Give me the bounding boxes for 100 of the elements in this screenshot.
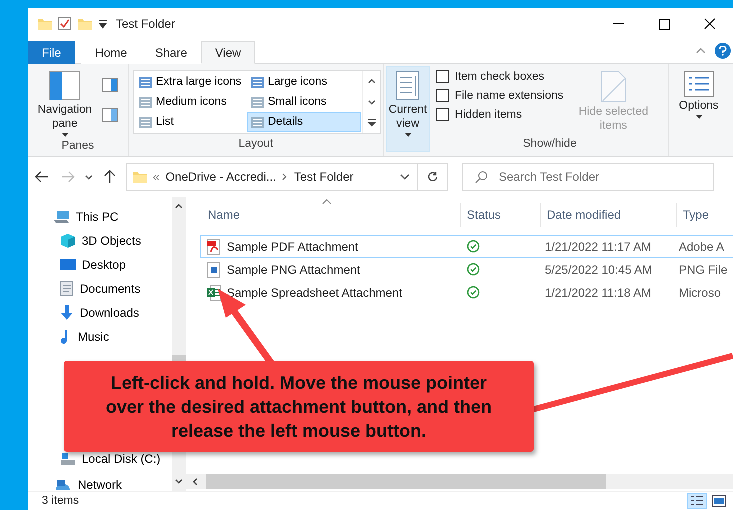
download-icon	[60, 305, 74, 321]
checkbox-option[interactable]: File name extensions	[436, 89, 564, 102]
refresh-button[interactable]	[418, 163, 448, 191]
scrollbar-thumb[interactable]	[206, 474, 606, 489]
view-icon	[139, 96, 152, 108]
minimize-icon	[612, 23, 624, 25]
layout-option[interactable]: Small icons	[247, 92, 361, 112]
view-icon	[139, 116, 152, 128]
spreadsheet-file-icon	[207, 284, 221, 300]
forward-arrow-icon	[61, 171, 75, 183]
file-name: Sample PNG Attachment	[227, 262, 360, 276]
refresh-icon	[426, 171, 438, 183]
ribbon-tab[interactable]: View	[201, 41, 256, 64]
group-label: Layout	[238, 138, 274, 152]
properties-icon[interactable]	[58, 17, 72, 31]
sidebar-item[interactable]: Documents	[28, 277, 172, 301]
layout-option[interactable]: Extra large icons	[135, 72, 247, 92]
checkbox-option[interactable]: Hidden items	[436, 108, 564, 121]
folder-icon	[133, 171, 147, 183]
breadcrumb[interactable]: OneDrive - Accredi...	[166, 170, 276, 184]
file-menu-tab[interactable]: File	[28, 41, 76, 64]
horizontal-scrollbar[interactable]	[186, 474, 733, 489]
column-header[interactable]: Date modified	[540, 203, 676, 227]
breadcrumb[interactable]: Test Folder	[294, 170, 354, 184]
table-cell-text: PNG File	[678, 262, 729, 276]
overflow-button[interactable]: «	[153, 170, 160, 184]
help-button[interactable]	[715, 43, 731, 59]
view-icon	[251, 96, 264, 108]
large-icons-view-button[interactable]	[709, 493, 729, 509]
computer-icon	[54, 210, 70, 224]
current-view-icon	[396, 71, 420, 101]
group-label: Panes	[62, 140, 94, 154]
table-cell-text: 5/25/2022 10:45 AM	[544, 262, 654, 276]
window-title: Test Folder	[116, 17, 176, 31]
layout-option[interactable]: Large icons	[247, 72, 361, 92]
expand-icon	[366, 118, 376, 127]
file-row[interactable]: Sample PNG Attachment 5/25/2022 10:45 AM PNG File	[200, 258, 733, 281]
view-icon	[251, 116, 264, 128]
checkbox[interactable]	[436, 89, 449, 102]
pdf-file-icon	[207, 238, 221, 254]
file-row[interactable]: Sample PDF Attachment 1/21/2022 11:17 AM Adobe A	[200, 235, 733, 258]
view-icon	[139, 76, 152, 88]
current-view-button[interactable]: Current view	[386, 66, 430, 152]
navigation-pane-icon	[49, 71, 81, 101]
column-header[interactable]: Status	[460, 203, 540, 227]
maximize-icon	[658, 18, 670, 30]
details-pane-icon[interactable]	[102, 108, 118, 122]
hide-page-icon	[600, 71, 627, 103]
callout-text: Left-click and hold. Move the mouse pointer over the desired attachment button, and then release the left mouse button.	[104, 372, 494, 442]
details-view-button[interactable]	[687, 493, 707, 509]
view-icon	[251, 76, 264, 88]
table-cell-text: 1/21/2022 11:17 AM	[544, 240, 653, 254]
sort-caret-icon	[322, 199, 332, 205]
sidebar-item[interactable]: Downloads	[28, 301, 172, 325]
network-icon	[54, 478, 72, 492]
caret-icon	[696, 115, 702, 119]
drive-icon	[60, 452, 76, 466]
folder-icon	[38, 18, 52, 30]
caret-icon	[62, 133, 68, 137]
item-count: 3 items	[42, 495, 80, 507]
column-header[interactable]: Type	[676, 203, 733, 227]
layout-option[interactable]: Medium icons	[135, 92, 247, 112]
document-icon	[60, 281, 74, 297]
caret-icon	[404, 133, 412, 137]
table-cell-text: 1/21/2022 11:18 AM	[544, 286, 653, 300]
search-icon	[475, 171, 488, 184]
image-file-icon	[207, 262, 221, 278]
options-button[interactable]: Options	[673, 66, 725, 122]
sidebar-item[interactable]: Desktop	[28, 253, 172, 277]
sidebar-item[interactable]: This PC	[28, 205, 172, 229]
dropdown-icon[interactable]	[98, 19, 108, 29]
desktop-icon	[60, 258, 76, 272]
options-icon	[684, 71, 714, 97]
layout-option[interactable]: Details	[247, 112, 361, 132]
close-icon	[704, 18, 716, 30]
table-cell-text: Microso	[678, 286, 722, 300]
preview-pane-icon[interactable]	[102, 78, 118, 92]
search-field[interactable]: Search Test Folder	[462, 163, 714, 191]
table-cell-text: Adobe A	[678, 240, 726, 254]
navigation-pane-button[interactable]: Navigation pane	[32, 66, 98, 140]
file-name: Sample Spreadsheet Attachment	[227, 286, 402, 300]
new-folder-icon	[78, 18, 92, 30]
details-view-icon	[690, 495, 704, 507]
chevron-right-icon	[282, 173, 288, 181]
sidebar-item[interactable]: 3D Objects	[28, 229, 172, 253]
cube-icon	[60, 233, 76, 249]
sidebar-item[interactable]: Network	[28, 473, 172, 497]
checkbox-option[interactable]: Item check boxes	[436, 70, 564, 83]
question-mark-icon	[719, 46, 727, 56]
sidebar-item[interactable]: Local Disk (C:)	[28, 447, 172, 471]
checkbox[interactable]	[436, 70, 449, 83]
sidebar-item[interactable]: Music	[28, 325, 172, 349]
back-arrow-icon	[35, 171, 49, 183]
checkbox[interactable]	[436, 108, 449, 121]
layout-option[interactable]: List	[135, 112, 247, 132]
column-header[interactable]: Name	[202, 203, 460, 227]
large-icons-view-icon	[712, 495, 726, 507]
file-name: Sample PDF Attachment	[227, 240, 358, 254]
address-bar[interactable]: « OneDrive - Accredi... Test Folder	[126, 163, 418, 191]
group-label: Show/hide	[523, 138, 577, 152]
